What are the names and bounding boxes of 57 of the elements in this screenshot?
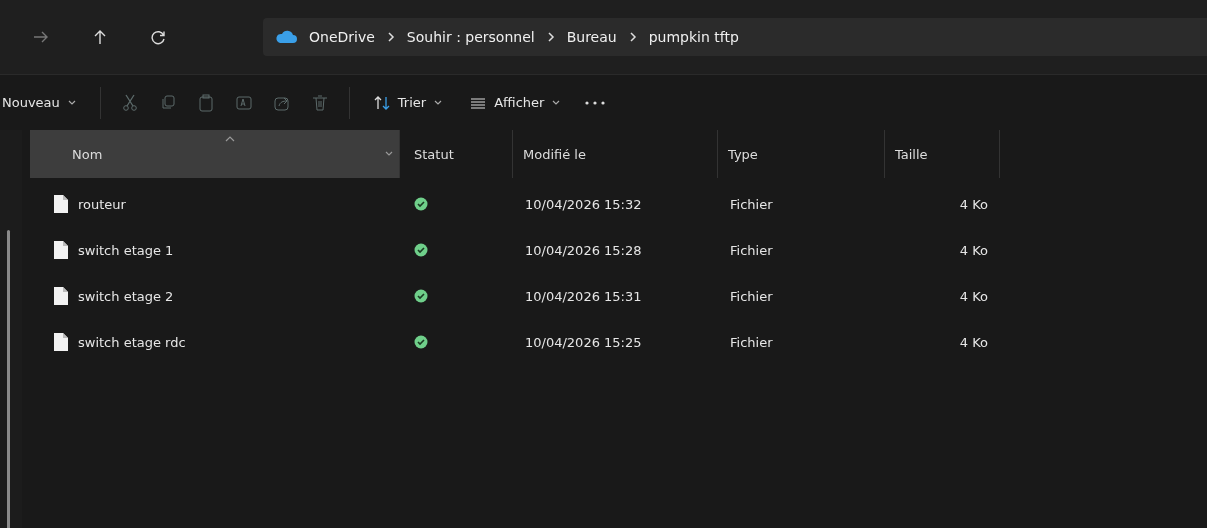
dropdown-icon[interactable] bbox=[385, 151, 393, 157]
modified-date: 10/04/2026 15:31 bbox=[525, 288, 642, 304]
more-icon[interactable] bbox=[584, 99, 607, 106]
caret-icon bbox=[552, 99, 561, 106]
column-header[interactable]: Statut bbox=[400, 130, 513, 178]
file-name[interactable]: switch etage rdc bbox=[78, 334, 186, 350]
column-header[interactable]: Modifié le bbox=[513, 130, 718, 178]
sort-icon bbox=[373, 95, 390, 110]
column-header[interactable]: Taille bbox=[885, 130, 1000, 178]
lines-icon bbox=[470, 96, 487, 109]
file-type: Fichier bbox=[730, 242, 773, 258]
cloud-icon bbox=[275, 30, 297, 44]
breadcrumb[interactable]: Souhir : personnel bbox=[406, 29, 535, 45]
up-arrow-icon[interactable] bbox=[93, 29, 107, 45]
chevron-icon bbox=[628, 31, 637, 43]
rename-icon[interactable] bbox=[234, 93, 253, 112]
new-button[interactable]: Nouveau bbox=[0, 89, 80, 116]
file-name[interactable]: switch etage 2 bbox=[78, 288, 174, 304]
synced-check-icon bbox=[414, 243, 428, 257]
breadcrumb[interactable]: Bureau bbox=[566, 29, 617, 45]
file-icon bbox=[54, 241, 68, 259]
sort-button[interactable]: Trier bbox=[369, 89, 447, 116]
column-header[interactable]: Type bbox=[718, 130, 885, 178]
sort-up-icon bbox=[225, 136, 235, 142]
file-size: 4 Ko bbox=[959, 288, 988, 304]
chevron-icon bbox=[546, 31, 555, 43]
caret-icon bbox=[434, 99, 443, 106]
file-type: Fichier bbox=[730, 334, 773, 350]
address-bar[interactable]: OneDrive Souhir : personnel Bureau pumpkin tftp bbox=[263, 18, 1207, 56]
file-type: Fichier bbox=[730, 288, 773, 304]
column-header[interactable]: Nom bbox=[30, 130, 400, 178]
synced-check-icon bbox=[414, 289, 428, 303]
breadcrumb[interactable]: OneDrive bbox=[309, 29, 375, 45]
modified-date: 10/04/2026 15:25 bbox=[525, 334, 642, 350]
file-type: Fichier bbox=[730, 196, 773, 212]
scrollbar[interactable] bbox=[7, 230, 10, 528]
file-name[interactable]: routeur bbox=[78, 196, 126, 212]
file-icon bbox=[54, 287, 68, 305]
forward-icon[interactable] bbox=[33, 30, 49, 44]
trash-icon[interactable] bbox=[310, 93, 329, 112]
view-button[interactable]: Afficher bbox=[466, 89, 565, 116]
synced-check-icon bbox=[414, 335, 428, 349]
chevron-icon bbox=[386, 31, 395, 43]
file-size: 4 Ko bbox=[959, 242, 988, 258]
caret-icon bbox=[67, 99, 76, 106]
refresh-icon[interactable] bbox=[151, 29, 166, 45]
file-icon bbox=[54, 195, 68, 213]
file-icon bbox=[54, 333, 68, 351]
file-size: 4 Ko bbox=[959, 334, 988, 350]
synced-check-icon bbox=[414, 197, 428, 211]
breadcrumb[interactable]: pumpkin tftp bbox=[648, 29, 739, 45]
paste-icon[interactable] bbox=[196, 93, 215, 112]
file-name[interactable]: switch etage 1 bbox=[78, 242, 174, 258]
file-size: 4 Ko bbox=[959, 196, 988, 212]
cut-icon[interactable] bbox=[120, 93, 139, 112]
modified-date: 10/04/2026 15:28 bbox=[525, 242, 642, 258]
modified-date: 10/04/2026 15:32 bbox=[525, 196, 642, 212]
